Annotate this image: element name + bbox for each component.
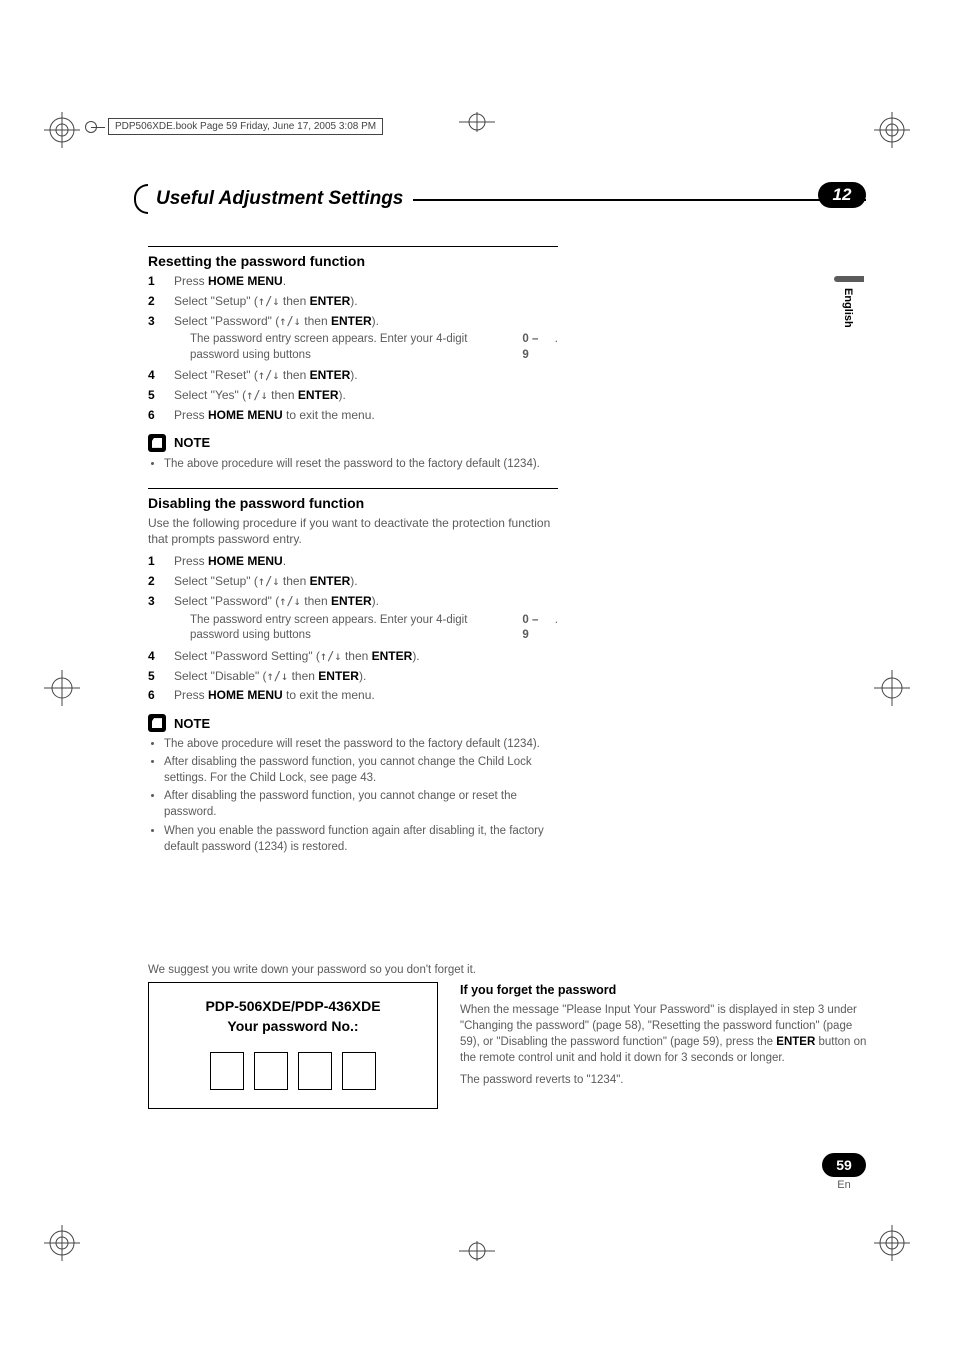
forgot-title: If you forget the password — [460, 982, 868, 1000]
step-sub-item: The password entry screen appears. Enter… — [190, 613, 558, 644]
step-text: Select "Setup" (↑/↓ then ENTER). — [174, 293, 558, 310]
step-text: Press HOME MENU to exit the menu. — [174, 407, 558, 424]
password-box-line2: Your password No.: — [159, 1017, 427, 1037]
note-item: After disabling the password function, y… — [164, 754, 558, 786]
note-item: When you enable the password function ag… — [164, 823, 558, 855]
password-memo-box: PDP-506XDE/PDP-436XDE Your password No.: — [148, 982, 438, 1109]
chapter-title: Useful Adjustment Settings — [148, 184, 413, 214]
chapter-header: Useful Adjustment Settings 12 — [148, 184, 866, 214]
step-text: Press HOME MENU. — [174, 553, 558, 570]
step-item: 2 Select "Setup" (↑/↓ then ENTER). — [148, 293, 558, 310]
note-item: After disabling the password function, y… — [164, 788, 558, 820]
step-number: 1 — [148, 273, 162, 290]
step-item: 2 Select "Setup" (↑/↓ then ENTER). — [148, 573, 558, 590]
registration-mark-icon — [44, 112, 80, 148]
password-digit-box — [210, 1052, 244, 1090]
section1-notes: The above procedure will reset the passw… — [148, 456, 558, 472]
section2-title: Disabling the password function — [148, 495, 558, 511]
suggestion-lead: We suggest you write down your password … — [148, 964, 868, 976]
step-number: 2 — [148, 293, 162, 310]
step-item: 4 Select "Password Setting" (↑/↓ then ENT… — [148, 648, 558, 665]
step-item: 3 Select "Password" (↑/↓ then ENTER). — [148, 593, 558, 610]
section1-steps: 1 Press HOME MENU. 2 Select "Setup" (↑/↓ th… — [148, 273, 558, 424]
step-text: Select "Password" (↑/↓ then ENTER). — [174, 313, 558, 330]
step-number: 4 — [148, 367, 162, 384]
step-item: 3 Select "Password" (↑/↓ then ENTER). — [148, 313, 558, 330]
section2-lead: Use the following procedure if you want … — [148, 515, 558, 547]
step-text: Select "Password" (↑/↓ then ENTER). — [174, 593, 558, 610]
registration-mark-icon — [874, 1225, 910, 1261]
step-number: 6 — [148, 687, 162, 704]
page-number-badge: 59 En — [822, 1153, 866, 1191]
step-text: Select "Yes" (↑/↓ then ENTER). — [174, 387, 558, 404]
step-number: 2 — [148, 573, 162, 590]
note-item: The above procedure will reset the passw… — [164, 456, 558, 472]
step-sub-item: The password entry screen appears. Enter… — [190, 332, 558, 363]
registration-mark-icon — [459, 1241, 495, 1261]
step-sub-list: The password entry screen appears. Enter… — [174, 613, 558, 644]
password-digit-box — [298, 1052, 332, 1090]
step-text: Select "Reset" (↑/↓ then ENTER). — [174, 367, 558, 384]
section1-title: Resetting the password function — [148, 253, 558, 269]
step-number: 6 — [148, 407, 162, 424]
registration-mark-icon — [874, 112, 910, 148]
step-number: 3 — [148, 313, 162, 330]
step-item: 5 Select "Yes" (↑/↓ then ENTER). — [148, 387, 558, 404]
step-number: 5 — [148, 387, 162, 404]
note-item: The above procedure will reset the passw… — [164, 736, 558, 752]
step-text: Press HOME MENU. — [174, 273, 558, 290]
registration-mark-icon — [874, 670, 910, 706]
forgot-password-section: If you forget the password When the mess… — [460, 982, 868, 1094]
password-digit-boxes — [159, 1052, 427, 1090]
step-item: 6 Press HOME MENU to exit the menu. — [148, 687, 558, 704]
step-number: 1 — [148, 553, 162, 570]
chapter-number-badge: 12 — [818, 182, 866, 208]
step-text: Select "Password Setting" (↑/↓ then ENTE… — [174, 648, 558, 665]
forgot-paragraph-1: When the message "Please Input Your Pass… — [460, 1002, 868, 1066]
step-text: Select "Disable" (↑/↓ then ENTER). — [174, 668, 558, 685]
registration-mark-icon — [459, 112, 495, 132]
note-label: NOTE — [174, 716, 210, 731]
note-label: NOTE — [174, 435, 210, 450]
forgot-paragraph-2: The password reverts to "1234". — [460, 1072, 868, 1088]
password-digit-box — [254, 1052, 288, 1090]
step-number: 5 — [148, 668, 162, 685]
step-number: 4 — [148, 648, 162, 665]
registration-mark-icon — [44, 1225, 80, 1261]
password-suggestion-area: We suggest you write down your password … — [148, 964, 868, 1109]
step-item: 1 Press HOME MENU. — [148, 273, 558, 290]
step-text: Select "Setup" (↑/↓ then ENTER). — [174, 573, 558, 590]
step-item: 5 Select "Disable" (↑/↓ then ENTER). — [148, 668, 558, 685]
password-digit-box — [342, 1052, 376, 1090]
step-item: 4 Select "Reset" (↑/↓ then ENTER). — [148, 367, 558, 384]
print-header: PDP506XDE.book Page 59 Friday, June 17, … — [108, 118, 383, 135]
step-item: 1 Press HOME MENU. — [148, 553, 558, 570]
section2-steps: 1 Press HOME MENU. 2 Select "Setup" (↑/↓ th… — [148, 553, 558, 704]
password-box-line1: PDP-506XDE/PDP-436XDE — [159, 997, 427, 1017]
page-lang-abbr: En — [822, 1179, 866, 1191]
step-sub-list: The password entry screen appears. Enter… — [174, 332, 558, 363]
step-number: 3 — [148, 593, 162, 610]
note-heading: NOTE — [148, 714, 558, 732]
note-icon — [148, 434, 166, 452]
note-icon — [148, 714, 166, 732]
step-item: 6 Press HOME MENU to exit the menu. — [148, 407, 558, 424]
note-heading: NOTE — [148, 434, 558, 452]
page-number: 59 — [822, 1153, 866, 1177]
section2-notes: The above procedure will reset the passw… — [148, 736, 558, 855]
registration-mark-icon — [44, 670, 80, 706]
step-text: Press HOME MENU to exit the menu. — [174, 687, 558, 704]
